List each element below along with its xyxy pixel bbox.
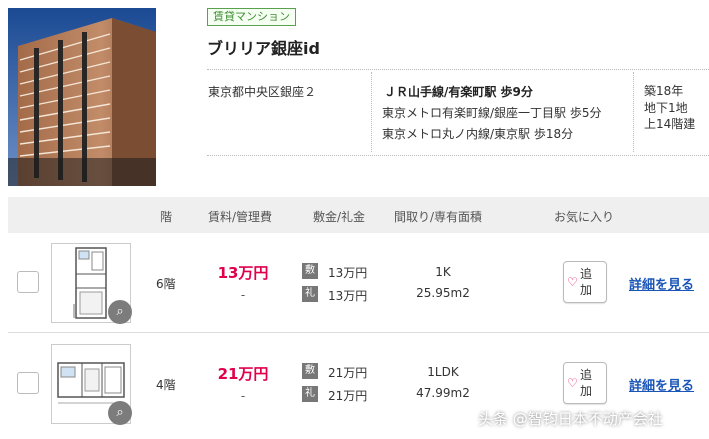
- info-divider-top: [207, 69, 709, 70]
- add-favorite-label: 追加: [580, 368, 593, 398]
- deposit-amount: 21万円: [328, 366, 368, 380]
- header-rent: 賃料/管理費: [208, 210, 273, 224]
- station-access-3: 東京メトロ丸ノ内線/東京駅 歩18分: [382, 127, 574, 141]
- info-divider-2: [633, 72, 634, 152]
- building-age-floors: 築18年 地下1地 上14階建: [644, 83, 695, 133]
- building-photo[interactable]: [8, 8, 156, 186]
- key-money-tag: 礼: [302, 386, 318, 402]
- add-favorite-label: 追加: [580, 267, 593, 297]
- key-money-tag: 礼: [302, 286, 318, 302]
- view-details-link[interactable]: 詳細を見る: [629, 375, 694, 394]
- deposit-tag: 敷: [302, 263, 318, 279]
- basement-floors: 地下1地: [644, 100, 688, 115]
- rent-price: 13万円: [217, 264, 269, 282]
- management-fee: -: [240, 389, 246, 403]
- room-layout: 1K: [435, 265, 451, 279]
- heart-icon: ♡: [567, 275, 578, 289]
- floor-number: 4階: [156, 378, 176, 392]
- floor-area: 47.99m2: [416, 386, 470, 400]
- header-floor: 階: [160, 210, 173, 224]
- header-favorite: お気に入り: [554, 210, 615, 224]
- add-favorite-button[interactable]: ♡ 追加: [563, 362, 607, 404]
- zoom-icon[interactable]: ⌕: [108, 300, 132, 324]
- floor-plan-thumbnail[interactable]: ⌕: [51, 243, 132, 324]
- building-image: [8, 8, 156, 186]
- building-name[interactable]: ブリリア銀座id: [207, 35, 320, 59]
- header-layout: 間取り/専有面積: [394, 210, 483, 224]
- deposit-amount: 13万円: [328, 266, 368, 280]
- property-type-badge: 賃貸マンション: [207, 8, 296, 26]
- watermark-text: 头条 @智钧日本不动产会社: [478, 410, 663, 428]
- floor-area: 25.95m2: [416, 286, 470, 300]
- info-divider-bottom: [207, 155, 709, 156]
- deposit-tag: 敷: [302, 363, 318, 379]
- key-money-amount: 13万円: [328, 289, 368, 303]
- key-money-amount: 21万円: [328, 389, 368, 403]
- floor-number: 6階: [156, 277, 176, 291]
- room-layout: 1LDK: [427, 365, 459, 379]
- station-access-1: ＪＲ山手線/有楽町駅 歩9分: [384, 85, 533, 99]
- room-table-header: 階 賃料/管理費 敷金/礼金 間取り/専有面積 お気に入り: [8, 197, 709, 233]
- rent-price: 21万円: [217, 365, 269, 383]
- info-divider-1: [371, 72, 372, 152]
- view-details-link[interactable]: 詳細を見る: [629, 274, 694, 293]
- address: 東京都中央区銀座２: [208, 85, 317, 99]
- add-favorite-button[interactable]: ♡ 追加: [563, 261, 607, 303]
- building-age: 築18年: [644, 84, 684, 98]
- row-select-checkbox[interactable]: [17, 372, 39, 394]
- station-access-2: 東京メトロ有楽町線/銀座一丁目駅 歩5分: [382, 106, 602, 120]
- management-fee: -: [240, 288, 246, 302]
- above-ground-floors: 上14階建: [644, 117, 696, 131]
- row-select-checkbox[interactable]: [17, 271, 39, 293]
- floor-plan-thumbnail[interactable]: ⌕: [51, 344, 132, 425]
- heart-icon: ♡: [567, 376, 578, 390]
- table-row: ⌕ 6階 13万円 - 敷 13万円 礼 13万円 1K 25.95m2 ♡ 追…: [8, 233, 709, 333]
- header-deposit: 敷金/礼金: [313, 210, 366, 224]
- zoom-icon[interactable]: ⌕: [108, 401, 132, 425]
